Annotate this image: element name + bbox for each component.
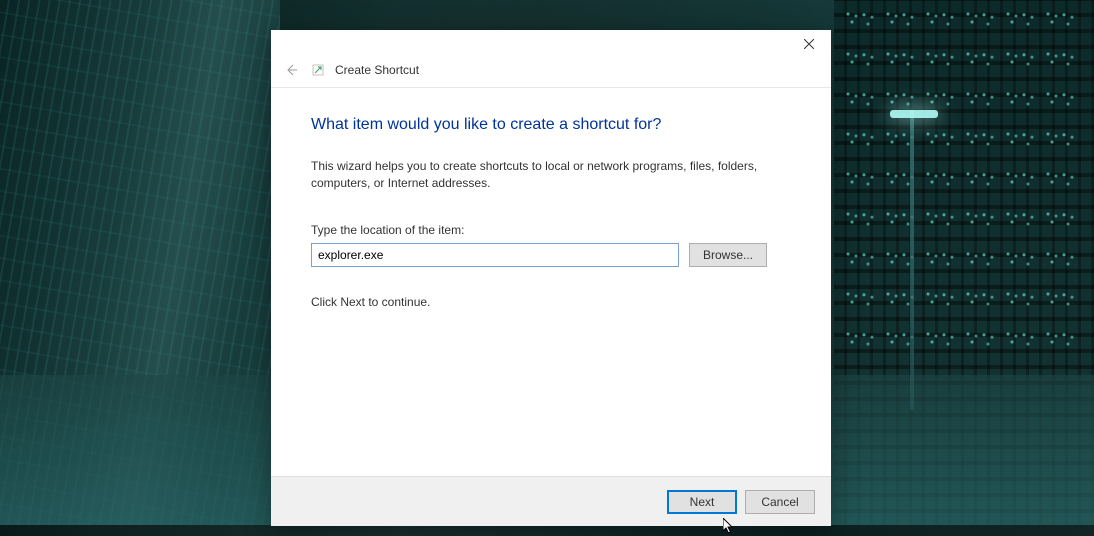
dialog-content: What item would you like to create a sho…: [271, 88, 831, 476]
location-field-row: Browse...: [311, 243, 791, 267]
next-button[interactable]: Next: [667, 490, 737, 514]
dialog-header: Create Shortcut: [271, 58, 831, 88]
titlebar: [271, 30, 831, 58]
continue-instruction: Click Next to continue.: [311, 295, 791, 309]
description-text: This wizard helps you to create shortcut…: [311, 158, 791, 193]
shortcut-icon: [311, 63, 325, 77]
dialog-title: Create Shortcut: [335, 63, 419, 77]
close-icon: [804, 39, 814, 49]
location-input[interactable]: [311, 243, 679, 267]
main-heading: What item would you like to create a sho…: [311, 116, 791, 134]
back-arrow-icon: [284, 63, 298, 77]
location-label: Type the location of the item:: [311, 223, 791, 237]
close-button[interactable]: [787, 30, 831, 58]
browse-button[interactable]: Browse...: [689, 243, 767, 267]
cancel-button[interactable]: Cancel: [745, 490, 815, 514]
wallpaper-streetlight: [910, 110, 914, 410]
create-shortcut-dialog: Create Shortcut What item would you like…: [271, 30, 831, 526]
wallpaper-windows: [844, 10, 1084, 360]
dialog-footer: Next Cancel: [271, 476, 831, 526]
back-button[interactable]: [281, 60, 301, 80]
